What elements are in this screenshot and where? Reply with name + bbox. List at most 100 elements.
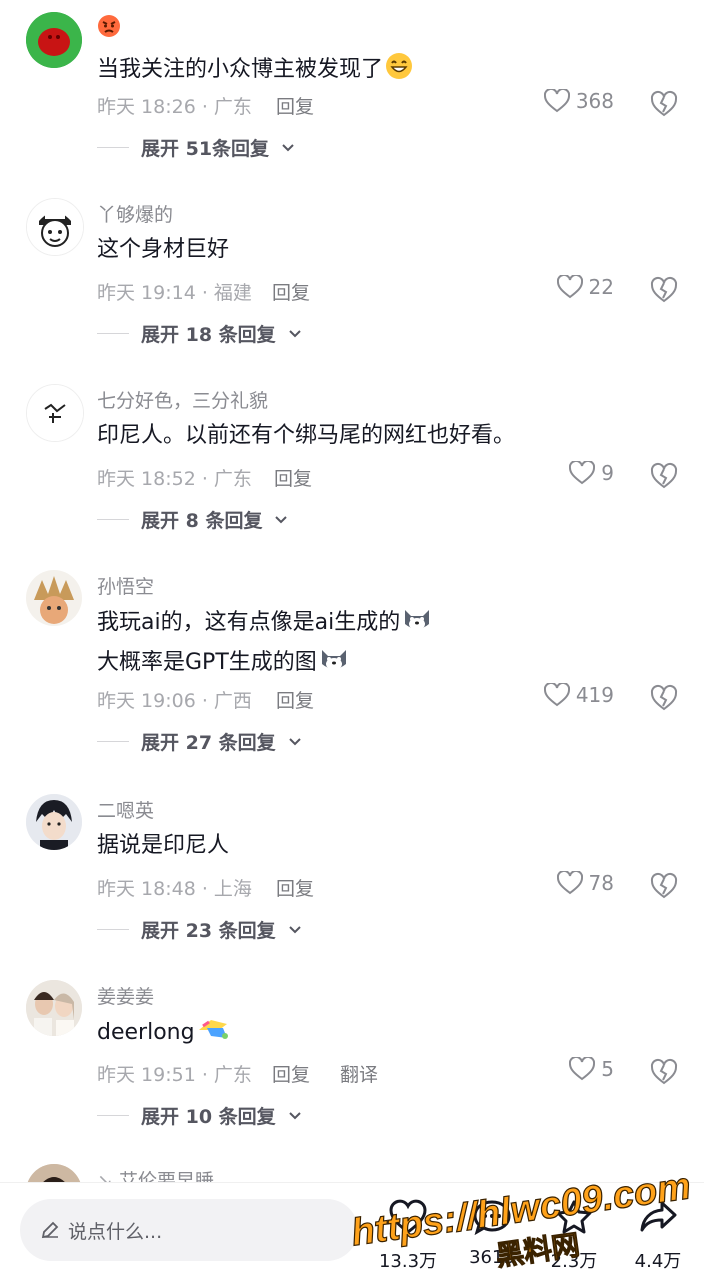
divider: [97, 741, 129, 742]
comment-text: deerlong: [97, 1016, 231, 1050]
divider: [97, 333, 129, 334]
translate-button[interactable]: 翻译: [340, 1060, 378, 1087]
broken-heart-icon[interactable]: [650, 462, 678, 490]
comment-meta: 昨天 18:48 · 上海: [97, 878, 252, 900]
divider: [97, 519, 129, 520]
like-count: 22: [588, 275, 614, 299]
expand-label: 展开 51条回复: [141, 138, 270, 160]
broken-heart-icon[interactable]: [650, 276, 678, 304]
comment-meta: 昨天 19:06 · 广西: [97, 690, 252, 712]
comment-text: 印尼人。以前还有个绑马尾的网红也好看。: [97, 423, 516, 448]
comment-text-line-2: 大概率是GPT生成的图: [97, 646, 349, 680]
heart-icon: [569, 1057, 596, 1081]
heart-icon: [543, 683, 570, 707]
chevron-down-icon: [288, 1111, 301, 1119]
avatar[interactable]: [26, 980, 82, 1036]
username[interactable]: 孙悟空: [97, 572, 154, 599]
like-action[interactable]: 13.3万: [368, 1195, 448, 1272]
like-count: 78: [588, 871, 614, 895]
like-button[interactable]: 419: [543, 683, 614, 707]
comment-text: 我玩ai的，这有点像是ai生成的: [97, 606, 432, 640]
username[interactable]: 姜姜姜: [97, 982, 154, 1009]
comment-meta: 昨天 19:14 · 福建: [97, 282, 252, 304]
like-count: 368: [575, 89, 614, 113]
like-button[interactable]: 22: [556, 275, 614, 299]
heart-icon: [543, 89, 570, 113]
expand-label: 展开 10 条回复: [141, 1106, 276, 1128]
favorite-action[interactable]: 2.3万: [534, 1195, 614, 1272]
chevron-down-icon: [288, 737, 301, 745]
pencil-icon: [41, 1221, 59, 1239]
avatar[interactable]: [26, 794, 82, 850]
reply-button[interactable]: 回复: [274, 464, 312, 491]
like-button[interactable]: 9: [569, 461, 614, 485]
like-button[interactable]: 78: [556, 871, 614, 895]
broken-heart-icon[interactable]: [650, 90, 678, 118]
expand-label: 展开 8 条回复: [141, 510, 263, 532]
divider: [97, 1115, 129, 1116]
comment-meta: 昨天 18:26 · 广东: [97, 96, 252, 118]
heart-icon: [569, 461, 596, 485]
chevron-down-icon: [288, 329, 301, 337]
reply-button[interactable]: 回复: [276, 874, 314, 901]
bottom-bar: 说点什么... 13.3万 3613 2.3万 4.4万: [0, 1182, 704, 1281]
avatar[interactable]: [26, 384, 84, 442]
husky-emoji-icon: [402, 606, 432, 640]
divider: [97, 147, 129, 148]
expand-replies[interactable]: 展开 27 条回复: [97, 728, 302, 755]
chevron-down-icon: [282, 143, 294, 151]
expand-replies[interactable]: 展开 8 条回复: [97, 506, 288, 533]
expand-replies[interactable]: 展开 23 条回复: [97, 916, 302, 943]
like-button[interactable]: 5: [569, 1057, 614, 1081]
broken-heart-icon[interactable]: [650, 1058, 678, 1086]
favorite-total: 2.3万: [550, 1251, 598, 1272]
username[interactable]: 丫够爆的: [97, 200, 173, 227]
username[interactable]: 七分好色，三分礼貌: [97, 386, 268, 413]
heart-icon: [556, 275, 583, 299]
expand-replies[interactable]: 展开 51条回复: [97, 134, 295, 161]
expand-replies[interactable]: 展开 10 条回复: [97, 1102, 302, 1129]
reply-button[interactable]: 回复: [272, 1060, 310, 1087]
avatar[interactable]: [26, 12, 82, 68]
comment-text: 这个身材巨好: [97, 237, 230, 262]
comment-text: 据说是印尼人: [97, 833, 230, 858]
like-count: 419: [575, 683, 614, 707]
broken-heart-icon[interactable]: [650, 684, 678, 712]
expand-label: 展开 27 条回复: [141, 732, 276, 754]
comment-meta: 昨天 18:52 · 广东: [97, 468, 252, 490]
angry-face-icon: [97, 14, 121, 43]
chevron-down-icon: [275, 515, 288, 523]
reply-button[interactable]: 回复: [276, 686, 314, 713]
share-arrow-icon: [640, 1201, 677, 1232]
comment-meta: 昨天 19:51 · 广东: [97, 1064, 252, 1086]
comment-bubble-icon: [473, 1200, 511, 1235]
like-count: 5: [601, 1057, 614, 1081]
grin-face-icon: [385, 52, 413, 88]
comment-text: 当我关注的小众博主被发现了: [97, 52, 413, 88]
like-total: 13.3万: [378, 1251, 438, 1272]
comment-placeholder: 说点什么...: [68, 1220, 163, 1243]
heart-icon: [556, 871, 583, 895]
share-action[interactable]: 4.4万: [618, 1195, 698, 1272]
divider: [97, 929, 129, 930]
comment-action[interactable]: 3613: [452, 1195, 532, 1268]
chevron-down-icon: [288, 925, 301, 933]
username[interactable]: 二嗯英: [97, 796, 154, 823]
expand-label: 展开 18 条回复: [141, 324, 276, 346]
heart-icon: [389, 1199, 427, 1234]
star-icon: [556, 1200, 592, 1234]
deer-sticker-icon: [197, 1016, 231, 1050]
avatar[interactable]: [26, 198, 84, 256]
reply-button[interactable]: 回复: [272, 278, 310, 305]
avatar[interactable]: [26, 570, 82, 626]
share-total: 4.4万: [634, 1251, 682, 1272]
comment-input[interactable]: 说点什么...: [20, 1199, 358, 1261]
reply-button[interactable]: 回复: [276, 92, 314, 119]
husky-emoji-icon: [319, 646, 349, 680]
expand-replies[interactable]: 展开 18 条回复: [97, 320, 302, 347]
expand-label: 展开 23 条回复: [141, 920, 276, 942]
comment-total: 3613: [469, 1247, 515, 1268]
like-count: 9: [601, 461, 614, 485]
like-button[interactable]: 368: [543, 89, 614, 113]
broken-heart-icon[interactable]: [650, 872, 678, 900]
